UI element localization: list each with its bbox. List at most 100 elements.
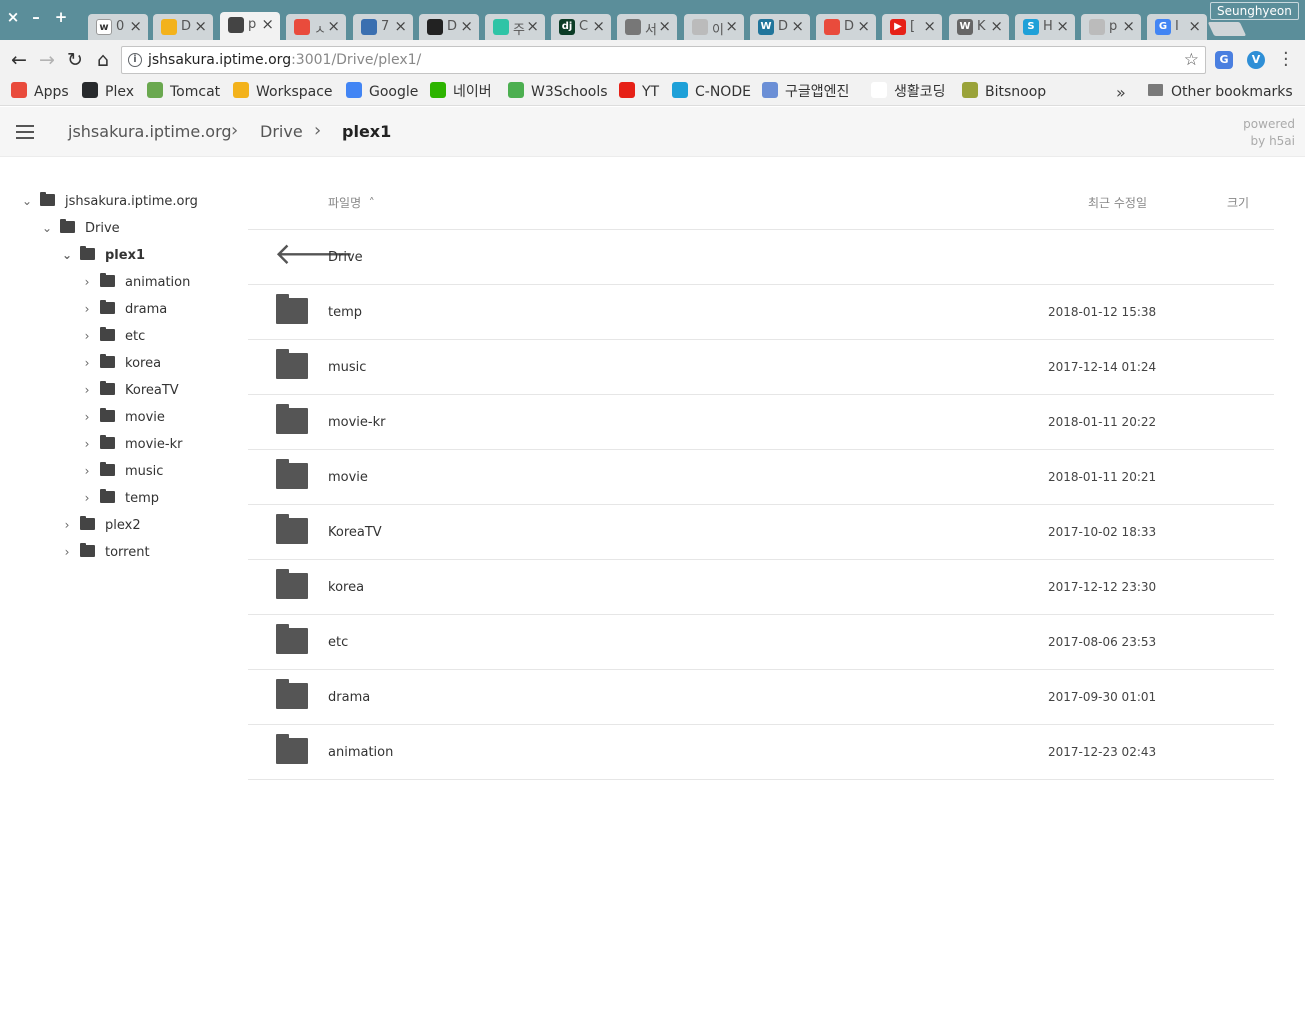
tab-close-icon[interactable]: ×	[1122, 17, 1135, 35]
browser-tab[interactable]: D ×	[419, 14, 479, 40]
profile-button[interactable]: Seunghyeon	[1210, 2, 1299, 20]
chevron-right-icon[interactable]: ›	[80, 299, 94, 319]
bookmark-item[interactable]: YT	[619, 82, 659, 102]
breadcrumb-drive[interactable]: Drive	[260, 122, 303, 141]
chevron-right-icon[interactable]: ›	[80, 434, 94, 454]
browser-tab[interactable]: 7 ×	[353, 14, 413, 40]
browser-tab[interactable]: ▶ [×	[882, 14, 942, 40]
tab-close-icon[interactable]: ×	[592, 17, 605, 35]
tab-close-icon[interactable]: ×	[526, 17, 539, 35]
chevron-right-icon[interactable]: ›	[80, 272, 94, 292]
chevron-right-icon[interactable]: ›	[80, 326, 94, 346]
bookmark-item[interactable]: 생활코딩	[871, 82, 946, 102]
browser-tab[interactable]: W D ×	[750, 14, 810, 40]
folder-row[interactable]: temp 2018-01-12 15:38	[248, 285, 1274, 340]
reload-button[interactable]: ↻	[64, 49, 86, 71]
tree-item[interactable]: › korea	[80, 353, 161, 373]
bookmark-item[interactable]: Plex	[82, 82, 134, 102]
chevron-right-icon[interactable]: ›	[80, 407, 94, 427]
bookmark-item[interactable]: 네이버	[430, 82, 492, 102]
home-button[interactable]: ⌂	[92, 49, 114, 71]
sort-by-size-header[interactable]: 크기	[1227, 194, 1249, 211]
maximize-window-button[interactable]: +	[52, 8, 70, 26]
breadcrumb-current[interactable]: plex1	[342, 122, 391, 141]
folder-row[interactable]: etc 2017-08-06 23:53	[248, 615, 1274, 670]
browser-tab[interactable]: w 0 ×	[88, 14, 148, 40]
tab-close-icon[interactable]: ×	[658, 17, 671, 35]
forward-button[interactable]: →	[36, 49, 58, 71]
bookmark-item[interactable]: W3Schools	[508, 82, 608, 102]
tree-item[interactable]: › plex2	[60, 515, 141, 535]
close-window-button[interactable]: ×	[4, 8, 22, 26]
tree-item[interactable]: › movie	[80, 407, 165, 427]
tab-close-icon[interactable]: ×	[990, 17, 1003, 35]
folder-row[interactable]: drama 2017-09-30 01:01	[248, 670, 1274, 725]
bookmark-star-icon[interactable]: ☆	[1184, 50, 1199, 70]
tree-item[interactable]: › temp	[80, 488, 159, 508]
folder-row[interactable]: movie 2018-01-11 20:21	[248, 450, 1274, 505]
browser-tab[interactable]: D ×	[153, 14, 213, 40]
bookmark-item[interactable]: Workspace	[233, 82, 333, 102]
tab-close-icon[interactable]: ×	[394, 17, 407, 35]
breadcrumb-host[interactable]: jshsakura.iptime.org	[68, 122, 232, 141]
bookmark-item[interactable]: 구글앱엔진	[762, 82, 849, 102]
tab-close-icon[interactable]: ×	[194, 17, 207, 35]
browser-tab[interactable]: 서 ×	[617, 14, 677, 40]
address-bar[interactable]: i jshsakura.iptime.org:3001/Drive/plex1/…	[121, 46, 1206, 74]
bookmark-item[interactable]: Apps	[11, 82, 69, 102]
folder-row[interactable]: KoreaTV 2017-10-02 18:33	[248, 505, 1274, 560]
folder-row[interactable]: korea 2017-12-12 23:30	[248, 560, 1274, 615]
other-bookmarks-folder[interactable]: Other bookmarks	[1148, 82, 1293, 102]
tree-item[interactable]: ⌄ Drive	[40, 218, 120, 238]
sort-by-name-header[interactable]: 파일명 ˄	[328, 194, 375, 211]
chevron-right-icon[interactable]: ›	[80, 461, 94, 481]
tab-close-icon[interactable]: ×	[261, 15, 274, 33]
menu-hamburger-icon[interactable]	[16, 125, 34, 139]
browser-tab[interactable]: ㅅ ×	[286, 14, 346, 40]
browser-tab[interactable]: 이 ×	[684, 14, 744, 40]
url-text[interactable]: jshsakura.iptime.org:3001/Drive/plex1/	[148, 52, 421, 68]
browser-tab[interactable]: dj C ×	[551, 14, 611, 40]
tab-close-icon[interactable]: ×	[1188, 17, 1201, 35]
tree-item[interactable]: ⌄ jshsakura.iptime.org	[20, 191, 198, 211]
tab-close-icon[interactable]: ×	[725, 17, 738, 35]
browser-menu-icon[interactable]: · · ·	[1283, 45, 1289, 75]
folder-row[interactable]: movie-kr 2018-01-11 20:22	[248, 395, 1274, 450]
chevron-right-icon[interactable]: ›	[80, 353, 94, 373]
browser-tab[interactable]: D ×	[816, 14, 876, 40]
folder-row[interactable]: animation 2017-12-23 02:43	[248, 725, 1274, 780]
powered-by-h5ai[interactable]: powered by h5ai	[1243, 116, 1295, 150]
browser-tab[interactable]: S H ×	[1015, 14, 1075, 40]
tree-item[interactable]: › KoreaTV	[80, 380, 179, 400]
chevron-down-icon[interactable]: ⌄	[20, 191, 34, 211]
new-tab-button[interactable]	[1207, 22, 1247, 36]
site-info-icon[interactable]: i	[128, 53, 142, 67]
back-button[interactable]: ←	[8, 49, 30, 71]
vivaldi-extension-icon[interactable]: V	[1247, 51, 1265, 69]
tab-close-icon[interactable]: ×	[327, 17, 340, 35]
bookmark-item[interactable]: Tomcat	[147, 82, 220, 102]
chevron-right-icon[interactable]: ›	[80, 380, 94, 400]
minimize-window-button[interactable]: –	[27, 8, 45, 26]
tree-item[interactable]: › animation	[80, 272, 190, 292]
tree-item[interactable]: ⌄ plex1	[60, 245, 145, 265]
browser-tab[interactable]: W K ×	[949, 14, 1009, 40]
chevron-down-icon[interactable]: ⌄	[60, 245, 74, 265]
browser-tab[interactable]: p ×	[220, 12, 280, 40]
tree-item[interactable]: › drama	[80, 299, 167, 319]
browser-tab[interactable]: 주 ×	[485, 14, 545, 40]
sort-by-date-header[interactable]: 최근 수정일	[1088, 194, 1147, 211]
tab-close-icon[interactable]: ×	[1056, 17, 1069, 35]
tree-item[interactable]: › etc	[80, 326, 145, 346]
bookmark-item[interactable]: C-NODE	[672, 82, 751, 102]
bookmark-item[interactable]: Bitsnoop	[962, 82, 1046, 102]
chevron-right-icon[interactable]: ›	[80, 488, 94, 508]
bookmark-item[interactable]: Google	[346, 82, 418, 102]
tree-item[interactable]: › movie-kr	[80, 434, 182, 454]
tree-item[interactable]: › torrent	[60, 542, 150, 562]
browser-tab[interactable]: p ×	[1081, 14, 1141, 40]
translate-extension-icon[interactable]: G	[1215, 51, 1233, 69]
tab-close-icon[interactable]: ×	[460, 17, 473, 35]
browser-tab[interactable]: G I ×	[1147, 14, 1207, 40]
folder-row[interactable]: music 2017-12-14 01:24	[248, 340, 1274, 395]
